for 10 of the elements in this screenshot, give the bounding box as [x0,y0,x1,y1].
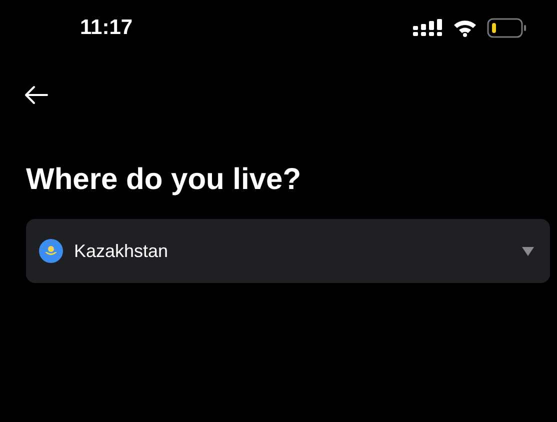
caret-icon [522,246,534,256]
page-title: Where do you live? [26,163,302,197]
country-dropdown[interactable]: Kazakhstan [26,219,550,283]
back-arrow-icon[interactable] [24,85,48,105]
battery-icon [487,18,527,38]
flag-icon [39,239,63,263]
signal-icon [413,18,443,36]
status-time: 11:17 [80,16,133,40]
selected-country: Kazakhstan [74,240,170,262]
wifi-icon [453,18,477,36]
